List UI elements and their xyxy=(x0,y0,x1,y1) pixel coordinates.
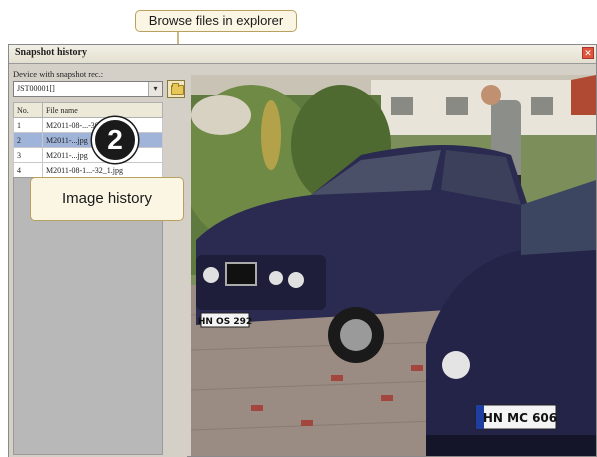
snapshot-photo: HN OS 292 HN MC 606 xyxy=(191,75,596,456)
device-label: Device with snapshot rec.: xyxy=(13,69,104,79)
file-table: No. File name 1 M2011-08-...-30.jpg 2 M2… xyxy=(13,102,163,178)
title-bar: Snapshot history ✕ xyxy=(9,45,596,64)
window-title: Snapshot history xyxy=(15,47,87,58)
device-select[interactable]: JST00001[] ▾ xyxy=(13,81,163,97)
right-plate-text: HN MC 606 xyxy=(483,411,557,425)
table-row[interactable]: 3 M2011-...jpg xyxy=(13,147,163,163)
row-no: 4 xyxy=(13,162,43,178)
row-no: 3 xyxy=(13,147,43,163)
row-no: 1 xyxy=(13,117,43,133)
image-history-callout-text: Image history xyxy=(61,190,153,207)
browse-explorer-button[interactable] xyxy=(167,80,185,98)
table-header-row: No. File name xyxy=(13,102,163,118)
close-icon[interactable]: ✕ xyxy=(582,47,594,59)
column-header-file-name: File name xyxy=(42,102,163,118)
row-no: 2 xyxy=(13,132,43,148)
device-select-value: JST00001[] xyxy=(17,84,55,93)
snapshot-image: HN OS 292 HN MC 606 xyxy=(191,75,596,456)
chevron-down-icon[interactable]: ▾ xyxy=(148,82,162,96)
snapshot-history-window: Snapshot history ✕ Device with snapshot … xyxy=(8,44,597,457)
column-header-no: No. xyxy=(13,102,43,118)
row-file-name: M2011-08-1...-32_1.jpg xyxy=(42,162,163,178)
left-plate-text: HN OS 292 xyxy=(198,317,252,327)
table-row[interactable]: 1 M2011-08-...-30.jpg xyxy=(13,117,163,133)
table-row[interactable]: 4 M2011-08-1...-32_1.jpg xyxy=(13,162,163,178)
folder-icon xyxy=(171,83,184,95)
table-row-selected[interactable]: 2 M2011-...jpg xyxy=(13,132,163,148)
step-badge: 2 xyxy=(92,117,138,163)
image-history-callout: Image history xyxy=(30,177,184,221)
